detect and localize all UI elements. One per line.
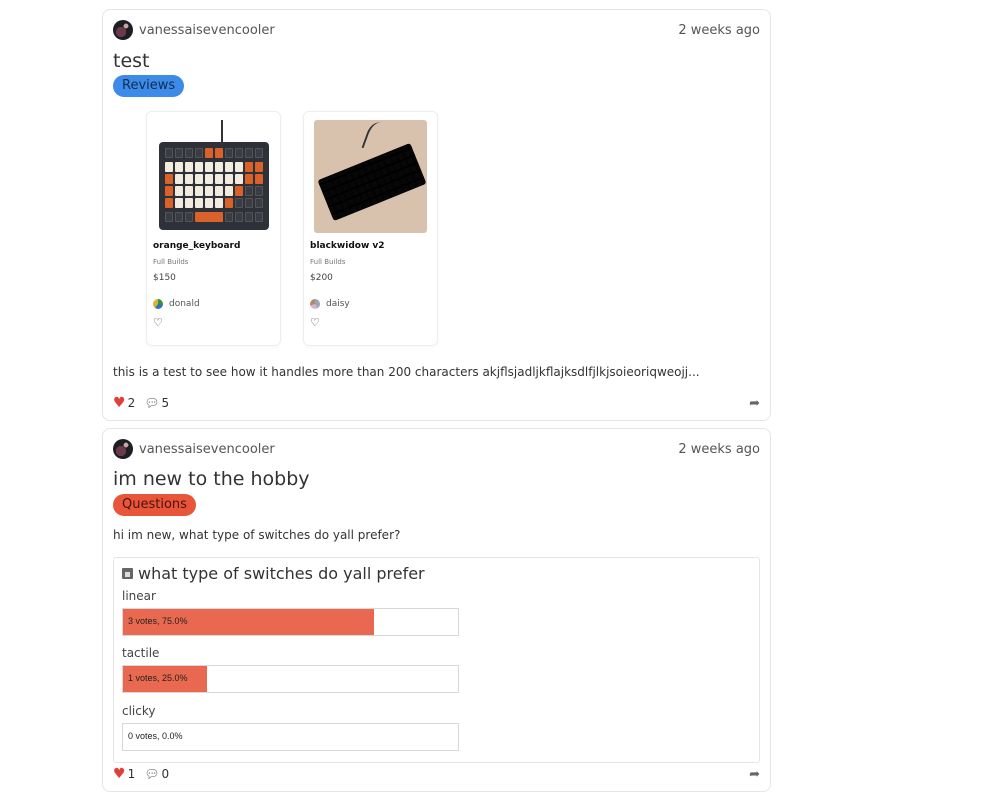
- post-title[interactable]: im new to the hobby: [113, 468, 310, 490]
- avatar[interactable]: [113, 439, 133, 459]
- username[interactable]: vanessaisevencooler: [139, 23, 275, 38]
- username[interactable]: vanessaisevencooler: [139, 442, 275, 457]
- like-count: 1: [127, 767, 136, 781]
- product-name[interactable]: orange_keyboard: [153, 241, 240, 251]
- poll-question-text: what type of switches do yall prefer: [138, 564, 425, 583]
- poll-option-bar[interactable]: 3 votes, 75.0%: [122, 608, 459, 636]
- product-owner[interactable]: daisy: [310, 299, 350, 309]
- post-header: vanessaisevencooler 2 weeks ago: [113, 436, 760, 462]
- post-card[interactable]: vanessaisevencooler 2 weeks ago im new t…: [102, 428, 771, 792]
- owner-avatar: [310, 299, 320, 309]
- product-category: Full Builds: [153, 258, 189, 266]
- poll-option-result: 0 votes, 0.0%: [128, 731, 183, 741]
- product-name[interactable]: blackwidow v2: [310, 241, 385, 251]
- comment-count: 5: [161, 396, 170, 410]
- comment-count: 0: [161, 767, 170, 781]
- like-count: 2: [127, 396, 136, 410]
- post-time: 2 weeks ago: [678, 441, 760, 457]
- poll-option-label: clicky: [122, 704, 156, 718]
- poll-option-result: 3 votes, 75.0%: [128, 616, 188, 626]
- post-title[interactable]: test: [113, 50, 150, 72]
- product-owner[interactable]: donald: [153, 299, 200, 309]
- avatar[interactable]: [113, 20, 133, 40]
- product-image[interactable]: [314, 120, 427, 233]
- post-card[interactable]: vanessaisevencooler 2 weeks ago test Rev…: [102, 9, 771, 421]
- post-time: 2 weeks ago: [678, 22, 760, 38]
- post-footer: ♥ 2 💬︎ 5 ➦: [113, 395, 760, 411]
- heart-outline-icon[interactable]: ♡: [310, 317, 320, 328]
- product-price: $150: [153, 273, 176, 283]
- poll-option-result: 1 votes, 25.0%: [128, 673, 188, 683]
- share-icon[interactable]: ➦: [749, 396, 760, 411]
- heart-outline-icon[interactable]: ♡: [153, 317, 163, 328]
- heart-icon[interactable]: ♥: [113, 395, 126, 411]
- comment-icon[interactable]: 💬︎: [144, 396, 159, 410]
- product-list: orange_keyboard Full Builds $150 donald …: [146, 111, 438, 346]
- poll-option-bar[interactable]: 1 votes, 25.0%: [122, 665, 459, 693]
- poll-option-bar[interactable]: 0 votes, 0.0%: [122, 723, 459, 751]
- poll-icon: [122, 568, 133, 579]
- post-body: this is a test to see how it handles mor…: [113, 365, 700, 379]
- poll-option-label: linear: [122, 589, 156, 603]
- owner-name: daisy: [326, 299, 350, 309]
- product-card[interactable]: blackwidow v2 Full Builds $200 daisy ♡: [303, 111, 438, 346]
- tag-badge[interactable]: Reviews: [113, 75, 185, 97]
- heart-icon[interactable]: ♥: [113, 766, 126, 782]
- share-icon[interactable]: ➦: [749, 767, 760, 782]
- poll: what type of switches do yall prefer lin…: [113, 557, 760, 763]
- post-header: vanessaisevencooler 2 weeks ago: [113, 17, 760, 43]
- product-category: Full Builds: [310, 258, 346, 266]
- comment-icon[interactable]: 💬︎: [144, 767, 159, 781]
- poll-question: what type of switches do yall prefer: [122, 564, 425, 583]
- post-footer: ♥ 1 💬︎ 0 ➦: [113, 766, 760, 782]
- post-body: hi im new, what type of switches do yall…: [113, 528, 401, 542]
- tag-badge[interactable]: Questions: [113, 494, 196, 516]
- owner-avatar: [153, 299, 163, 309]
- product-price: $200: [310, 273, 333, 283]
- product-image[interactable]: [157, 120, 270, 233]
- owner-name: donald: [169, 299, 200, 309]
- poll-option-label: tactile: [122, 646, 160, 660]
- product-card[interactable]: orange_keyboard Full Builds $150 donald …: [146, 111, 281, 346]
